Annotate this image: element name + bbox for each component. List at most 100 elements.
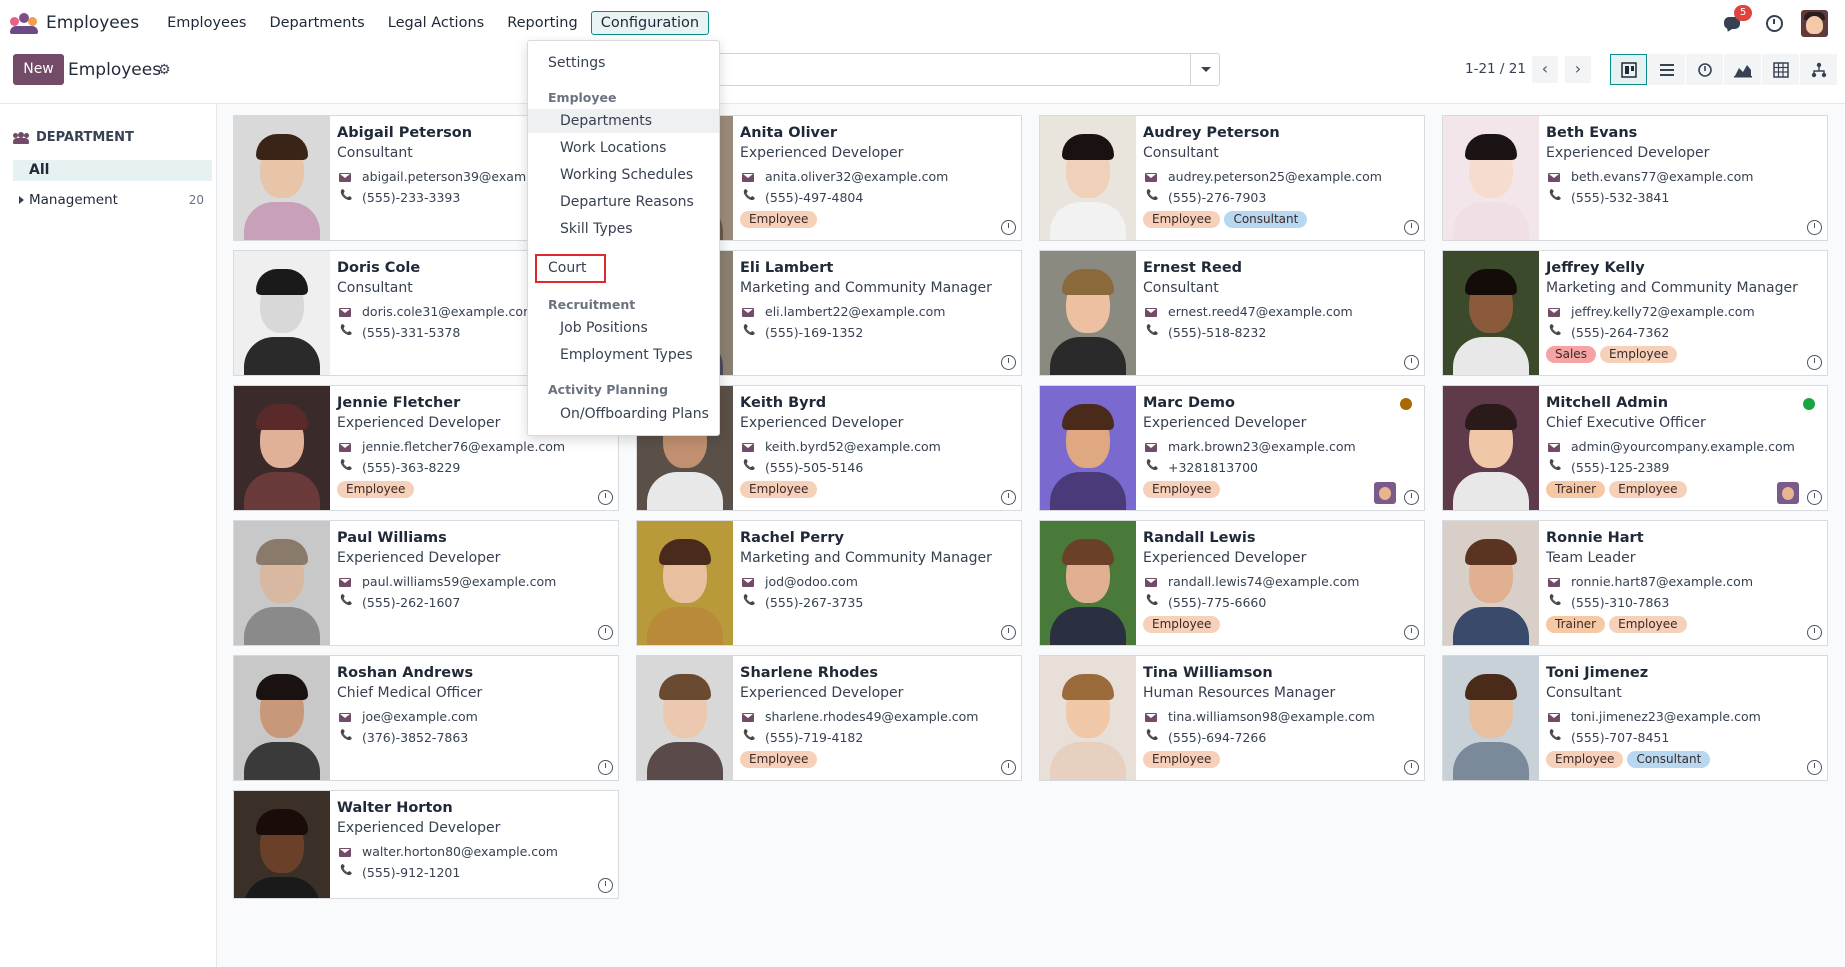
employee-card[interactable]: Beth Evans Experienced Developer beth.evan… [1442,115,1828,241]
user-avatar[interactable] [1801,9,1828,37]
menu-departments[interactable]: Departments [259,11,374,35]
related-user-avatar[interactable] [1777,482,1799,504]
employee-photo [234,386,330,510]
employee-email: audrey.peterson25@example.com [1168,169,1382,184]
menu-configuration[interactable]: Configuration [590,11,710,35]
employee-card[interactable]: Rachel Perry Marketing and Community Mana… [636,520,1022,646]
employee-name: Rachel Perry [740,530,844,546]
menu-reporting[interactable]: Reporting [497,11,588,35]
hierarchy-view-button[interactable] [1800,54,1837,85]
search-dropdown-toggle[interactable] [1190,54,1219,85]
employee-tag: Employee [740,211,818,228]
phone-icon: 📞 [340,730,353,741]
new-button[interactable]: New [13,54,64,85]
activity-clock-icon[interactable] [1404,625,1419,640]
menu-employees[interactable]: Employees [157,11,256,35]
employee-photo [637,521,733,645]
envelope-icon [339,443,351,452]
activity-clock-icon[interactable] [1001,625,1016,640]
main-menu: Employees Departments Legal Actions Repo… [157,11,712,35]
employee-job-title: Experienced Developer [1143,415,1307,431]
envelope-icon [742,443,754,452]
activity-clock-icon[interactable] [1766,14,1783,32]
menu-item-court[interactable]: Court [535,254,606,283]
menu-item-job-positions[interactable]: Job Positions [528,316,719,340]
menu-item-skill-types[interactable]: Skill Types [528,217,719,241]
activity-clock-icon[interactable] [598,490,613,505]
employee-phone: (555)-694-7266 [1168,730,1267,745]
employee-photo [234,656,330,780]
employee-card[interactable]: Paul Williams Experienced Developer paul.w… [233,520,619,646]
pager-value[interactable]: 1-21 / 21 [1465,61,1526,77]
activity-clock-icon[interactable] [1404,220,1419,235]
activity-clock-icon[interactable] [1807,490,1822,505]
chat-icon[interactable]: 5 [1722,5,1752,34]
employee-email: jeffrey.kelly72@example.com [1571,304,1755,319]
employee-card[interactable]: Sharlene Rhodes Experienced Developer shar… [636,655,1022,781]
sidebar-item-management[interactable]: Management 20 [13,190,212,210]
menu-item-work-locations[interactable]: Work Locations [528,136,719,160]
employee-job-title: Chief Medical Officer [337,685,483,701]
chat-badge: 5 [1734,5,1752,21]
app-brand[interactable]: Employees [10,13,157,34]
employee-job-title: Experienced Developer [337,820,501,836]
activity-clock-icon[interactable] [1404,355,1419,370]
kanban-view-icon [1620,61,1637,78]
activity-clock-icon[interactable] [1807,625,1822,640]
graph-view-button[interactable] [1724,54,1761,85]
activity-clock-icon[interactable] [1807,355,1822,370]
activity-clock-icon[interactable] [1001,760,1016,775]
list-view-button[interactable] [1648,54,1685,85]
activity-clock-icon[interactable] [1001,220,1016,235]
employee-card[interactable]: Toni Jimenez Consultant toni.jimenez23@exa… [1442,655,1828,781]
menu-item-working-schedules[interactable]: Working Schedules [528,163,719,187]
sidebar-item-all[interactable]: All [13,160,212,181]
phone-icon: 📞 [743,190,756,201]
gear-icon[interactable]: ⚙ [158,62,171,78]
activity-clock-icon[interactable] [598,625,613,640]
activity-clock-icon[interactable] [1404,760,1419,775]
pager-previous-button[interactable]: ‹ [1532,56,1558,83]
activity-clock-icon[interactable] [1807,220,1822,235]
employee-name: Walter Horton [337,800,453,816]
employee-card[interactable]: Audrey Peterson Consultant audrey.peterson… [1039,115,1425,241]
menu-legal-actions[interactable]: Legal Actions [378,11,494,35]
search-input[interactable] [700,53,1220,86]
activity-clock-icon[interactable] [1404,490,1419,505]
menu-item-departments[interactable]: Departments [528,109,719,133]
activity-clock-icon[interactable] [1807,760,1822,775]
related-user-avatar[interactable] [1374,482,1396,504]
employee-phone: (555)-505-5146 [765,460,864,475]
menu-item-departure-reasons[interactable]: Departure Reasons [528,190,719,214]
kanban-view-button[interactable] [1610,54,1647,85]
employee-card[interactable]: Ernest Reed Consultant ernest.reed47@examp… [1039,250,1425,376]
activity-clock-icon[interactable] [1001,355,1016,370]
employee-tag: Employee [1609,616,1687,633]
menu-item-employment-types[interactable]: Employment Types [528,343,719,367]
employee-card[interactable]: Jeffrey Kelly Marketing and Community Man… [1442,250,1828,376]
activity-clock-icon[interactable] [598,760,613,775]
pager-next-button[interactable]: › [1565,56,1591,83]
employee-card[interactable]: Tina Williamson Human Resources Manager ti… [1039,655,1425,781]
activity-clock-icon[interactable] [1001,490,1016,505]
employee-name: Toni Jimenez [1546,665,1649,681]
phone-icon: 📞 [1146,595,1159,606]
employee-card[interactable]: Walter Horton Experienced Developer walter… [233,790,619,899]
employee-name: Ernest Reed [1143,260,1243,276]
caret-right-icon[interactable] [19,196,24,204]
envelope-icon [339,848,351,857]
activity-clock-icon[interactable] [598,878,613,893]
menu-item-onoffboarding-plans[interactable]: On/Offboarding Plans [528,402,719,426]
employee-card[interactable]: Mitchell Admin Chief Executive Officer adm… [1442,385,1828,511]
employee-tag: Trainer [1546,481,1606,498]
menu-item-settings[interactable]: Settings [528,51,719,75]
employee-card[interactable]: Roshan Andrews Chief Medical Officer joe@e… [233,655,619,781]
employee-card[interactable]: Marc Demo Experienced Developer mark.brown… [1039,385,1425,511]
employee-card[interactable]: Ronnie Hart Team Leader ronnie.hart87@exam… [1442,520,1828,646]
envelope-icon [339,173,351,182]
pivot-view-button[interactable] [1762,54,1799,85]
envelope-icon [1145,308,1157,317]
employee-card[interactable]: Randall Lewis Experienced Developer randal… [1039,520,1425,646]
phone-icon: 📞 [1146,730,1159,741]
activity-view-button[interactable] [1686,54,1723,85]
